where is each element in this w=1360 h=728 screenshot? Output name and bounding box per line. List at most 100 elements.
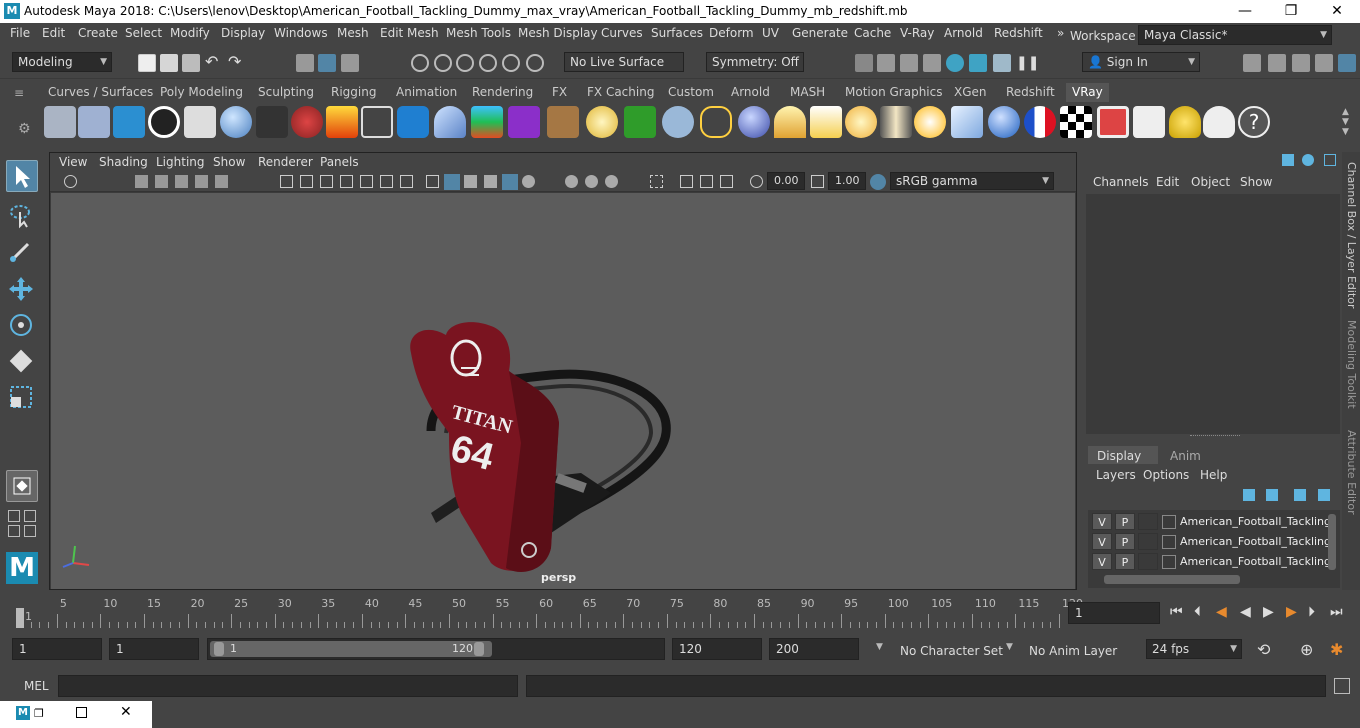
shelf-tab-animation[interactable]: Animation [396,83,457,102]
menu-surfaces[interactable]: Surfaces [651,26,703,40]
menu-generate[interactable]: Generate [792,26,848,40]
range-bar[interactable]: 1 120 [207,638,665,660]
viewport-menu-panels[interactable]: Panels [320,155,359,169]
tool-settings-icon[interactable] [1315,54,1333,72]
render-settings-icon[interactable] [923,54,941,72]
shelf-tab-redshift[interactable]: Redshift [1006,83,1055,102]
vray-tiles-icon[interactable] [78,106,110,138]
render-setup-icon[interactable] [969,54,987,72]
color-management-icon[interactable] [870,174,886,190]
viewport-menu-shading[interactable]: Shading [99,155,148,169]
side-tab-channel-box[interactable]: Channel Box / Layer Editor [1345,162,1358,309]
vray-render-elements-icon[interactable] [44,106,76,138]
viewport-menu-lighting[interactable]: Lighting [156,155,205,169]
textured-icon[interactable] [484,175,497,188]
shelf-tab-custom[interactable]: Custom [668,83,714,102]
channels-edit-menu[interactable]: Edit [1156,175,1179,189]
current-time-marker[interactable] [16,608,24,628]
maximize-small-icon[interactable] [76,707,87,718]
side-tab-modeling-toolkit[interactable]: Modeling Toolkit [1345,320,1358,409]
smooth-shade-icon[interactable] [444,174,460,190]
hypershade-layout-icon[interactable] [24,525,36,537]
menu-cache[interactable]: Cache [854,26,891,40]
vray-omni-light-icon[interactable] [845,106,877,138]
anti-aliasing-icon[interactable] [605,175,618,188]
select-camera-icon[interactable] [64,175,77,188]
layer-options-menu[interactable]: Options [1143,468,1189,482]
channel-box-icon[interactable] [1338,54,1356,72]
open-scene-icon[interactable] [160,54,178,72]
menu-mesh-display[interactable]: Mesh Display [518,26,598,40]
vray-mesh-light-icon[interactable] [988,106,1020,138]
go-to-end-icon[interactable]: ⏭ [1330,604,1343,620]
move-layer-up-icon[interactable] [1243,489,1255,501]
layer-visibility-toggle[interactable]: V [1092,533,1112,550]
shelf-scroll-icon[interactable]: ▲ ▼ ▼ [1342,107,1349,137]
sign-in-button[interactable]: 👤 Sign In ▼ [1082,52,1200,72]
layer-color-icon[interactable] [1162,515,1176,529]
menu-more[interactable]: » [1057,26,1064,40]
paint-select-icon[interactable] [6,236,38,268]
vray-checker-icon[interactable] [1060,106,1092,138]
vray-logo-icon[interactable] [148,106,180,138]
layer-tab-anim[interactable]: Anim [1170,449,1201,463]
vray-plane-icon[interactable] [361,106,393,138]
vray-frame-buffer-icon[interactable] [113,106,145,138]
vray-fur-icon[interactable] [624,106,656,138]
layer-name[interactable]: American_Football_Tackling [1180,555,1331,568]
image-plane-icon[interactable] [175,175,188,188]
layer-row[interactable]: V P American_Football_Tackling [1088,513,1331,533]
move-layer-down-icon[interactable] [1266,489,1278,501]
shelf-tab-rendering[interactable]: Rendering [472,83,533,102]
layer-row[interactable]: V P American_Football_Tackling [1088,553,1331,573]
play-backwards-icon[interactable]: ◀ [1240,604,1251,620]
chevron-down-icon[interactable]: ▼ [876,642,883,652]
menu-vray[interactable]: V-Ray [900,26,934,40]
layer-playback-toggle[interactable]: P [1115,553,1135,570]
select-hierarchy-icon[interactable] [296,54,314,72]
viewport-menu-view[interactable]: View [59,155,87,169]
layer-type-toggle[interactable] [1138,513,1158,530]
go-to-start-icon[interactable]: ⏮ [1170,604,1183,620]
save-scene-icon[interactable] [182,54,200,72]
safe-action-icon[interactable] [380,175,393,188]
prev-key-icon[interactable]: ◀ [1216,604,1227,620]
new-layer-selected-icon[interactable] [1318,489,1330,501]
playback-end-field[interactable]: 120 [672,638,762,660]
chevron-down-icon[interactable]: ▼ [1006,642,1013,652]
select-object-icon[interactable] [318,54,336,72]
layer-color-icon[interactable] [1162,535,1176,549]
shelf-tab-sculpting[interactable]: Sculpting [258,83,314,102]
wireframe-icon[interactable] [426,175,439,188]
shelf-tab-poly-modeling[interactable]: Poly Modeling [160,83,243,102]
auto-key-icon[interactable]: ⊕ [1300,640,1313,659]
menu-windows[interactable]: Windows [274,26,328,40]
layer-playback-toggle[interactable]: P [1115,533,1135,550]
animation-start-field[interactable]: 1 [12,638,102,660]
vray-settings-icon[interactable] [1133,106,1165,138]
command-input[interactable] [58,675,518,697]
menu-redshift[interactable]: Redshift [994,26,1043,40]
layer-name[interactable]: American_Football_Tackling [1180,515,1331,528]
ipr-render-icon[interactable] [900,54,918,72]
bookmarks-icon[interactable] [155,175,168,188]
menu-modify[interactable]: Modify [170,26,210,40]
snap-point-icon[interactable] [456,54,474,72]
snap-surface-icon[interactable] [502,54,520,72]
motion-blur-icon[interactable] [585,175,598,188]
menu-arnold[interactable]: Arnold [944,26,983,40]
isolate-select-icon[interactable] [650,175,663,188]
xray-icon[interactable] [680,175,693,188]
vray-texture-icon[interactable] [547,106,579,138]
viewport-menu-show[interactable]: Show [213,155,245,169]
anim-layer-label[interactable]: No Anim Layer [1029,644,1117,658]
persp-outliner-layout-icon[interactable] [24,510,36,522]
menu-uv[interactable]: UV [762,26,779,40]
xray-joints-icon[interactable] [700,175,713,188]
range-handle-bar[interactable] [210,641,492,657]
fps-dropdown[interactable]: 24 fps ▼ [1146,639,1242,659]
layer-editor-toggle-icon[interactable] [1302,154,1314,166]
step-forward-icon[interactable]: ⏵ [1308,604,1315,620]
shelf-tab-fx[interactable]: FX [552,83,567,102]
channels-object-menu[interactable]: Object [1191,175,1230,189]
